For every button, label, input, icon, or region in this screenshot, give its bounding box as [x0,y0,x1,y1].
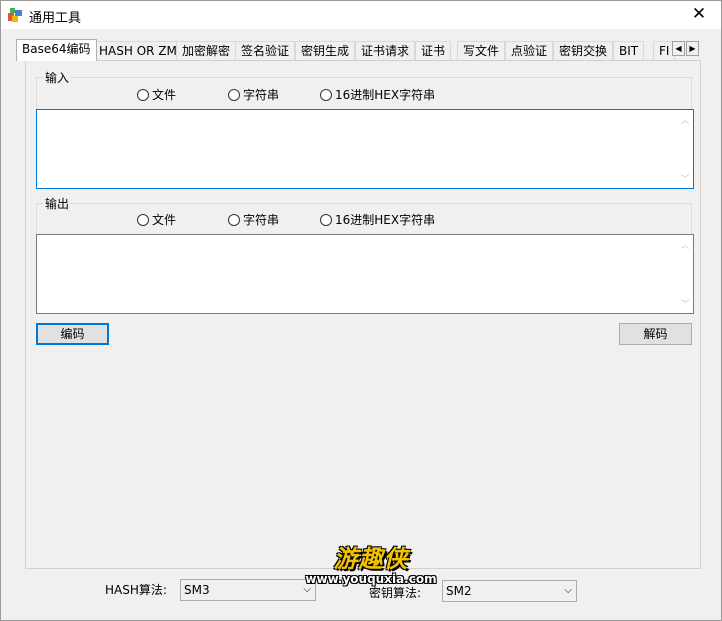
watermark-url: www.youquxia.com [305,572,437,586]
output-group-label: 输出 [43,195,72,212]
chevron-down-icon: ⌵ [564,585,572,596]
main-window: 通用工具 ✕ Base64编码 HASH OR ZM 加密解密 签名验证 密钥生… [0,0,722,621]
tab-strip: Base64编码 HASH OR ZM 加密解密 签名验证 密钥生成 证书请求 … [16,39,701,61]
input-group: 输入 文件 字符串 16进制HEX字符串 ︿ ﹀ [36,69,694,189]
radio-label: 文件 [152,88,177,102]
radio-circle [137,214,149,226]
input-file-radio[interactable]: 文件 [137,86,176,103]
output-string-radio[interactable]: 字符串 [228,211,279,228]
radio-label: 字符串 [243,88,280,102]
scroll-up-icon[interactable]: ︿ [677,113,693,126]
tab-panel-base64: 输入 文件 字符串 16进制HEX字符串 ︿ ﹀ 输出 文件 字符串 16进制H… [25,60,701,569]
scroll-down-icon[interactable]: ﹀ [677,297,693,310]
radio-label: 16进制HEX字符串 [335,213,436,227]
tab-scroll-right-button[interactable]: ▶ [686,41,699,56]
output-textarea[interactable]: ︿ ﹀ [36,234,694,314]
output-group: 输出 文件 字符串 16进制HEX字符串 ︿ ﹀ [36,195,694,314]
window-title: 通用工具 [29,11,82,26]
radio-circle [320,214,332,226]
input-scrollbar[interactable]: ︿ ﹀ [677,110,693,188]
encode-button[interactable]: 编码 [36,323,109,345]
tab-bit[interactable]: BIT [613,41,645,61]
close-button[interactable]: ✕ [677,1,721,29]
radio-label: 字符串 [243,213,280,227]
radio-circle [228,214,240,226]
tab-write-file[interactable]: 写文件 [457,41,506,61]
input-string-radio[interactable]: 字符串 [228,86,279,103]
radio-circle [137,89,149,101]
scroll-down-icon[interactable]: ﹀ [677,172,693,185]
tab-scroll-left-button[interactable]: ◀ [672,41,685,56]
decode-button[interactable]: 解码 [619,323,692,345]
input-hex-radio[interactable]: 16进制HEX字符串 [320,86,435,103]
tab-encrypt-decrypt[interactable]: 加密解密 [176,41,237,61]
radio-circle [320,89,332,101]
output-scrollbar[interactable]: ︿ ﹀ [677,235,693,313]
watermark-title: 游趣侠 [333,545,409,573]
scroll-up-icon[interactable]: ︿ [677,238,693,251]
tab-certificate[interactable]: 证书 [415,41,452,61]
output-file-radio[interactable]: 文件 [137,211,176,228]
radio-circle [228,89,240,101]
title-bar: 通用工具 ✕ [1,1,721,29]
watermark-logo: 游趣侠 www.youquxia.com [291,539,451,589]
tab-key-generation[interactable]: 密钥生成 [295,41,356,61]
app-icon [8,8,22,22]
tab-cert-request[interactable]: 证书请求 [355,41,416,61]
input-group-label: 输入 [43,69,72,86]
tab-point-verify[interactable]: 点验证 [505,41,554,61]
input-textarea[interactable]: ︿ ﹀ [36,109,694,189]
radio-label: 16进制HEX字符串 [335,88,436,102]
tab-sign-verify[interactable]: 签名验证 [235,41,296,61]
tab-base64[interactable]: Base64编码 [16,39,97,61]
hash-algorithm-value: SM3 [184,583,210,597]
radio-label: 文件 [152,213,177,227]
key-algorithm-select[interactable]: SM2 ⌵ [442,580,577,602]
hash-algorithm-label: HASH算法: [105,583,167,597]
output-hex-radio[interactable]: 16进制HEX字符串 [320,211,435,228]
tab-key-exchange[interactable]: 密钥交换 [553,41,614,61]
tab-hash-or-zm[interactable]: HASH OR ZM [93,41,183,61]
